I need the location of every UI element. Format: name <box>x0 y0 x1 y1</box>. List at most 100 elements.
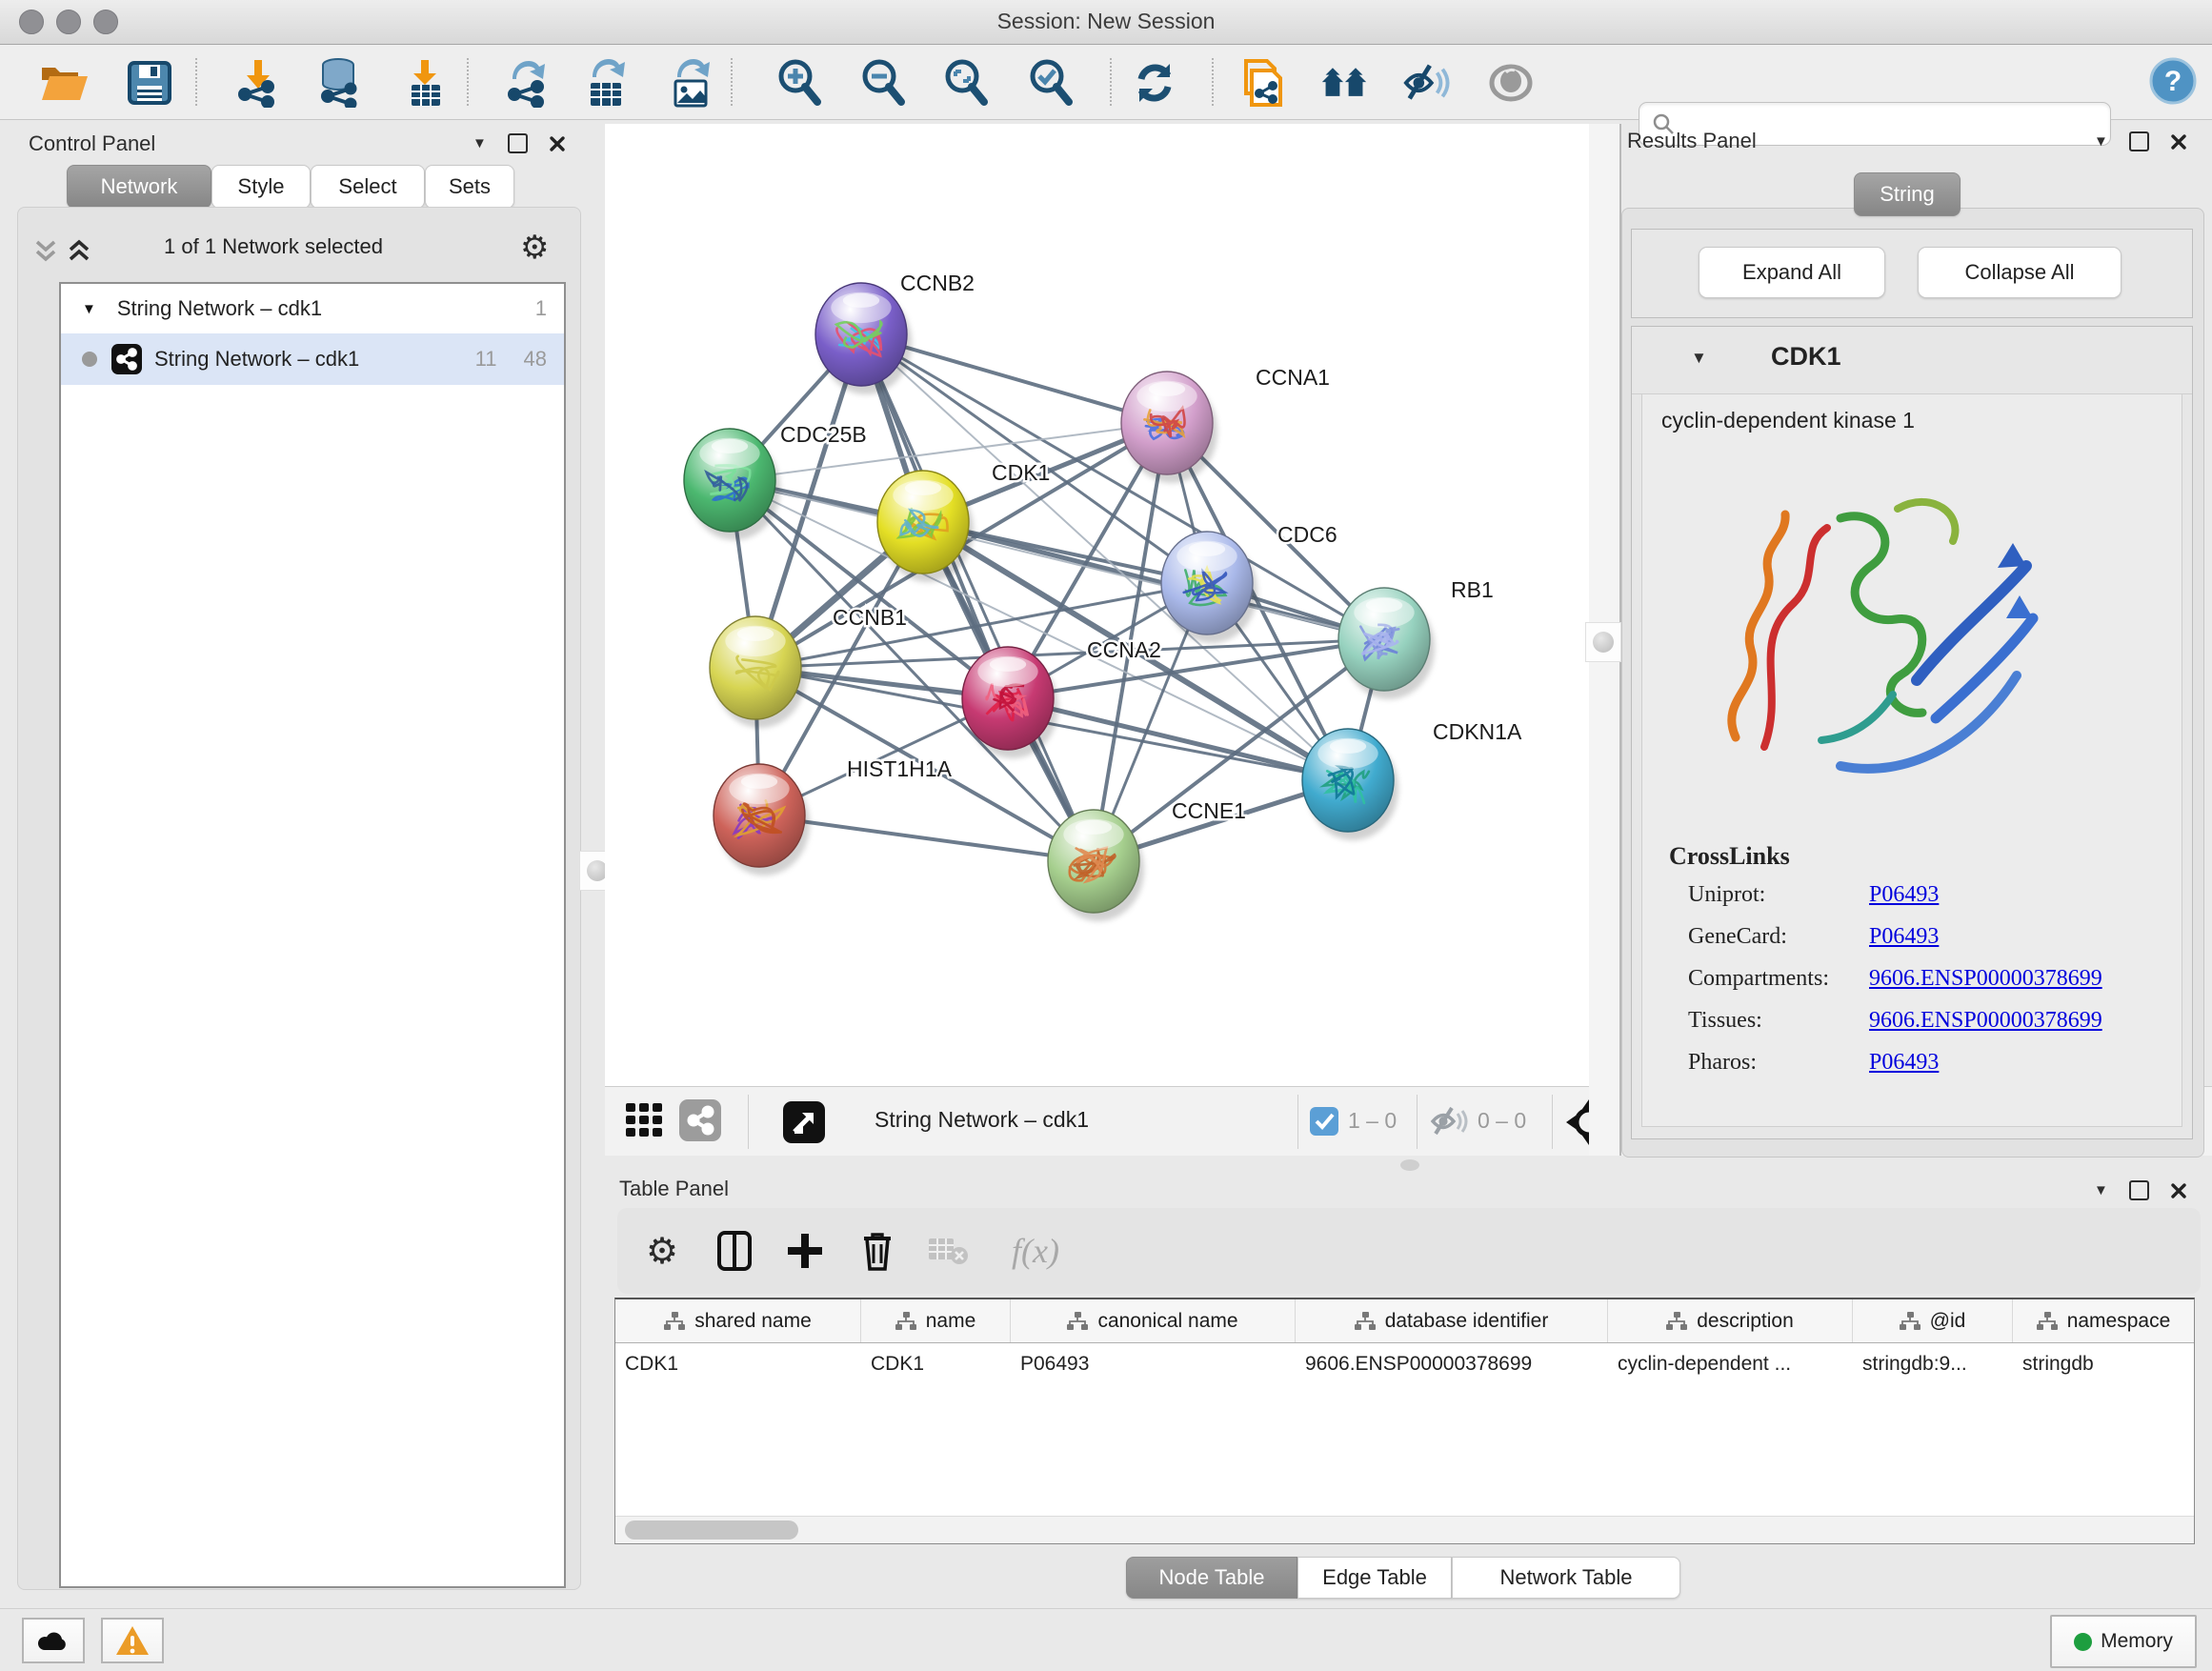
show-columns-icon[interactable] <box>711 1227 758 1275</box>
cell-description[interactable]: cyclin-dependent ... <box>1608 1343 1853 1385</box>
fit-content-icon[interactable] <box>942 59 990 107</box>
table-horizontal-scrollbar[interactable] <box>615 1516 2194 1543</box>
tab-style[interactable]: Style <box>211 165 311 209</box>
tab-sets[interactable]: Sets <box>425 165 514 209</box>
show-all-icon[interactable] <box>1487 59 1535 107</box>
save-session-icon[interactable] <box>126 59 173 107</box>
network-options-gear-icon[interactable]: ⚙ <box>520 229 549 267</box>
network-tree-root-row[interactable]: ▼ String Network – cdk1 1 <box>61 284 564 333</box>
scrollbar-thumb[interactable] <box>625 1520 798 1540</box>
tree-expander-icon[interactable]: ▼ <box>82 301 96 317</box>
cloud-button[interactable] <box>22 1618 85 1663</box>
cell-shared-name[interactable]: CDK1 <box>615 1343 861 1385</box>
splitter-grip-icon[interactable] <box>1400 1159 1419 1171</box>
cell-id[interactable]: stringdb:9... <box>1853 1343 2013 1385</box>
network-node-ccna1[interactable] <box>1121 372 1217 483</box>
warning-button[interactable] <box>101 1618 164 1663</box>
tab-string[interactable]: String <box>1854 172 1961 216</box>
panel-collapse-icon[interactable]: ▼ <box>2094 134 2108 149</box>
title-bar: Session: New Session <box>0 0 2212 45</box>
table-settings-gear-icon[interactable]: ⚙ <box>638 1227 686 1275</box>
right-splitter-handle[interactable] <box>1585 622 1621 662</box>
import-network-database-icon[interactable] <box>314 59 362 107</box>
add-column-icon[interactable] <box>781 1227 829 1275</box>
hidden-eye-icon[interactable] <box>1430 1104 1468 1143</box>
panel-collapse-icon[interactable]: ▼ <box>2094 1183 2108 1198</box>
tab-select[interactable]: Select <box>311 165 425 209</box>
cytoscape-window: Session: New Session <box>0 0 2212 1671</box>
open-in-window-icon[interactable] <box>783 1099 825 1150</box>
export-image-icon[interactable] <box>667 59 714 107</box>
panel-close-icon[interactable] <box>549 135 566 152</box>
network-node-ccnb2[interactable] <box>815 283 912 394</box>
zoom-out-icon[interactable] <box>859 59 907 107</box>
panel-collapse-icon[interactable]: ▼ <box>473 136 487 151</box>
network-edge[interactable] <box>861 334 1094 861</box>
cell-namespace[interactable]: stringdb <box>2013 1343 2194 1385</box>
column-header-name[interactable]: name <box>861 1299 1011 1342</box>
panel-float-icon[interactable] <box>508 133 528 153</box>
column-header-description[interactable]: description <box>1608 1299 1853 1342</box>
hide-selected-icon[interactable] <box>1402 59 1450 107</box>
crosslink-tissues-link[interactable]: 9606.ENSP00000378699 <box>1869 1008 2102 1034</box>
panel-close-icon[interactable] <box>2170 1182 2187 1199</box>
right-splitter[interactable] <box>1589 124 1621 1156</box>
crosslink-uniprot-link[interactable]: P06493 <box>1869 882 2102 908</box>
panel-float-icon[interactable] <box>2129 1180 2149 1200</box>
horizontal-splitter[interactable] <box>605 1156 2212 1175</box>
collapse-all-button[interactable]: Collapse All <box>1918 247 2122 298</box>
network-node-hist1h1a[interactable] <box>714 764 810 876</box>
function-builder-icon[interactable]: f(x) <box>993 1227 1078 1275</box>
crosslink-genecard-link[interactable]: P06493 <box>1869 924 2102 950</box>
gene-card-header[interactable]: ▼ CDK1 <box>1632 327 2192 394</box>
network-node-ccne1[interactable] <box>1048 810 1144 921</box>
tab-edge-table[interactable]: Edge Table <box>1297 1557 1452 1599</box>
network-node-cdc6[interactable] <box>1161 532 1257 643</box>
cell-name[interactable]: CDK1 <box>861 1343 1011 1385</box>
import-table-file-icon[interactable] <box>401 59 449 107</box>
crosslink-compartments-link[interactable]: 9606.ENSP00000378699 <box>1869 966 2102 992</box>
clear-table-icon[interactable] <box>924 1227 972 1275</box>
panel-float-icon[interactable] <box>2129 131 2149 151</box>
tab-node-table[interactable]: Node Table <box>1126 1557 1297 1599</box>
tab-network[interactable]: Network <box>67 165 211 209</box>
column-header-database-identifier[interactable]: database identifier <box>1296 1299 1608 1342</box>
network-canvas[interactable]: CCNB2CCNA1CDC25BCDK1CDC6RB1CCNB1CCNA2CDK… <box>605 124 1590 1086</box>
open-session-icon[interactable] <box>40 59 88 107</box>
gene-expander-icon[interactable]: ▼ <box>1691 350 1707 366</box>
table-row[interactable]: CDK1 CDK1 P06493 9606.ENSP00000378699 cy… <box>615 1343 2194 1385</box>
column-header-shared-name[interactable]: shared name <box>615 1299 861 1342</box>
import-network-file-icon[interactable] <box>234 59 282 107</box>
first-neighbors-icon[interactable] <box>1320 59 1368 107</box>
memory-button[interactable]: Memory <box>2050 1615 2197 1668</box>
column-header-canonical-name[interactable]: canonical name <box>1011 1299 1296 1342</box>
network-node-cdkn1a[interactable] <box>1302 729 1398 840</box>
selected-nodes-checkbox-icon[interactable] <box>1310 1107 1338 1140</box>
export-network-icon[interactable] <box>502 59 550 107</box>
zoom-in-icon[interactable] <box>775 59 823 107</box>
network-node-cdk1[interactable] <box>877 471 974 582</box>
network-node-cdc25b[interactable] <box>684 429 780 540</box>
birdseye-grid-icon[interactable] <box>626 1103 668 1146</box>
panel-close-icon[interactable] <box>2170 133 2187 151</box>
tab-network-table[interactable]: Network Table <box>1452 1557 1680 1599</box>
export-table-icon[interactable] <box>582 59 630 107</box>
zoom-selected-icon[interactable] <box>1027 59 1075 107</box>
column-header-id[interactable]: @id <box>1853 1299 2013 1342</box>
collapse-all-networks-icon[interactable] <box>31 236 60 270</box>
help-icon[interactable]: ? <box>2149 57 2197 105</box>
network-node-rb1[interactable] <box>1338 588 1435 699</box>
column-header-namespace[interactable]: namespace <box>2013 1299 2194 1342</box>
delete-column-icon[interactable] <box>854 1227 901 1275</box>
cell-database-identifier[interactable]: 9606.ENSP00000378699 <box>1296 1343 1608 1385</box>
network-node-ccna2[interactable] <box>962 647 1058 758</box>
string-network-graph[interactable]: CCNB2CCNA1CDC25BCDK1CDC6RB1CCNB1CCNA2CDK… <box>605 124 1589 1086</box>
crosslink-pharos-link[interactable]: P06493 <box>1869 1050 2102 1076</box>
cell-canonical-name[interactable]: P06493 <box>1011 1343 1296 1385</box>
expand-all-button[interactable]: Expand All <box>1699 247 1885 298</box>
network-share-icon[interactable] <box>679 1099 721 1146</box>
network-tree-row-selected[interactable]: String Network – cdk1 11 48 <box>61 333 564 385</box>
refresh-icon[interactable] <box>1131 59 1178 107</box>
duplicate-page-icon[interactable] <box>1238 59 1286 107</box>
toolbar-separator <box>731 58 733 106</box>
